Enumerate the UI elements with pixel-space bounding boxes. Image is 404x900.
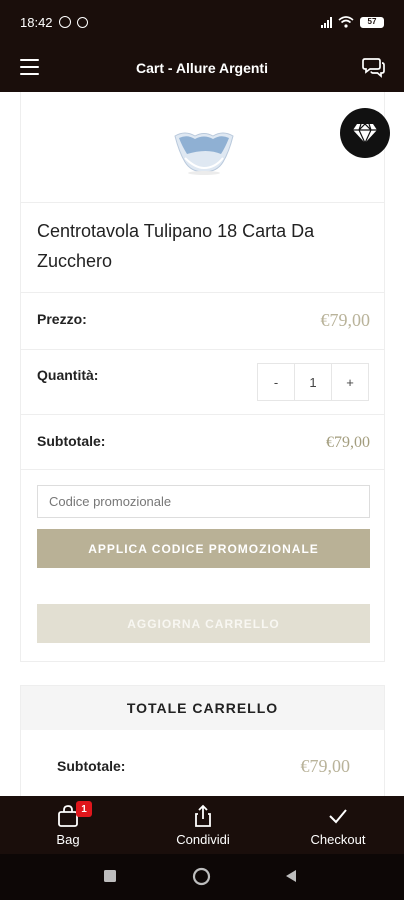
- cart-totals-card: TOTALE CARRELLO Subtotale: €79,00: [20, 685, 385, 796]
- product-image[interactable]: [171, 128, 237, 176]
- divider: [21, 292, 384, 293]
- diamond-fab-button[interactable]: [340, 108, 390, 158]
- totals-subtotal-value: €79,00: [300, 756, 351, 776]
- page-title: Cart - Allure Argenti: [136, 60, 268, 76]
- quantity-stepper: - 1 +: [257, 363, 369, 401]
- share-label: Condividi: [176, 832, 230, 847]
- subtotal-value: €79,00: [326, 434, 370, 451]
- diamond-icon: [353, 123, 377, 144]
- alarm-icon: [58, 16, 71, 28]
- bag-button[interactable]: 1 Bag: [48, 796, 92, 854]
- status-bar: 18:42 57: [0, 0, 404, 44]
- sync-icon: [76, 16, 88, 28]
- bag-label: Bag: [56, 832, 80, 847]
- back-nav-icon[interactable]: [284, 869, 298, 883]
- checkout-label: Checkout: [310, 832, 366, 847]
- promo-code-input[interactable]: [37, 485, 370, 518]
- divider: [21, 202, 384, 203]
- checkout-button[interactable]: Checkout: [302, 796, 374, 854]
- status-left: 18:42: [20, 15, 88, 30]
- qty-decrease-button[interactable]: -: [258, 364, 294, 400]
- price-value: €79,00: [320, 310, 371, 330]
- share-button[interactable]: Condividi: [165, 796, 241, 854]
- divider: [21, 469, 384, 470]
- qty-increase-button[interactable]: +: [332, 364, 368, 400]
- app-header: Cart - Allure Argenti: [0, 44, 404, 92]
- share-icon: [191, 804, 215, 828]
- totals-title: TOTALE CARRELLO: [21, 686, 384, 730]
- checkmark-icon: [326, 804, 350, 828]
- system-nav-bar: [0, 854, 404, 900]
- bag-icon: 1: [56, 801, 92, 828]
- qty-value[interactable]: 1: [294, 364, 332, 400]
- cart-content: Centrotavola Tulipano 18 Carta Da Zucche…: [0, 92, 404, 796]
- subtotal-label: Subtotale:: [37, 433, 106, 449]
- wifi-icon: [338, 16, 354, 28]
- totals-subtotal-label: Subtotale:: [57, 758, 126, 774]
- status-right: 57: [321, 16, 384, 28]
- cart-item-card: Centrotavola Tulipano 18 Carta Da Zucche…: [20, 92, 385, 662]
- quantity-label: Quantità:: [37, 367, 99, 383]
- menu-icon[interactable]: [20, 59, 39, 75]
- apply-promo-button[interactable]: APPLICA CODICE PROMOZIONALE: [37, 529, 370, 568]
- price-label: Prezzo:: [37, 311, 87, 327]
- square-nav-icon[interactable]: [103, 869, 117, 883]
- divider: [21, 414, 384, 415]
- chat-icon[interactable]: [362, 56, 386, 78]
- status-time: 18:42: [20, 14, 53, 30]
- battery-icon: 57: [360, 16, 384, 28]
- bottom-nav: 1 Bag Condividi Checkout: [0, 796, 404, 854]
- divider: [21, 349, 384, 350]
- signal-icon: [321, 16, 332, 28]
- circle-nav-icon[interactable]: [192, 867, 211, 886]
- product-name[interactable]: Centrotavola Tulipano 18 Carta Da Zucche…: [37, 216, 357, 276]
- bag-count-badge: 1: [76, 801, 92, 817]
- update-cart-button[interactable]: AGGIORNA CARRELLO: [37, 604, 370, 643]
